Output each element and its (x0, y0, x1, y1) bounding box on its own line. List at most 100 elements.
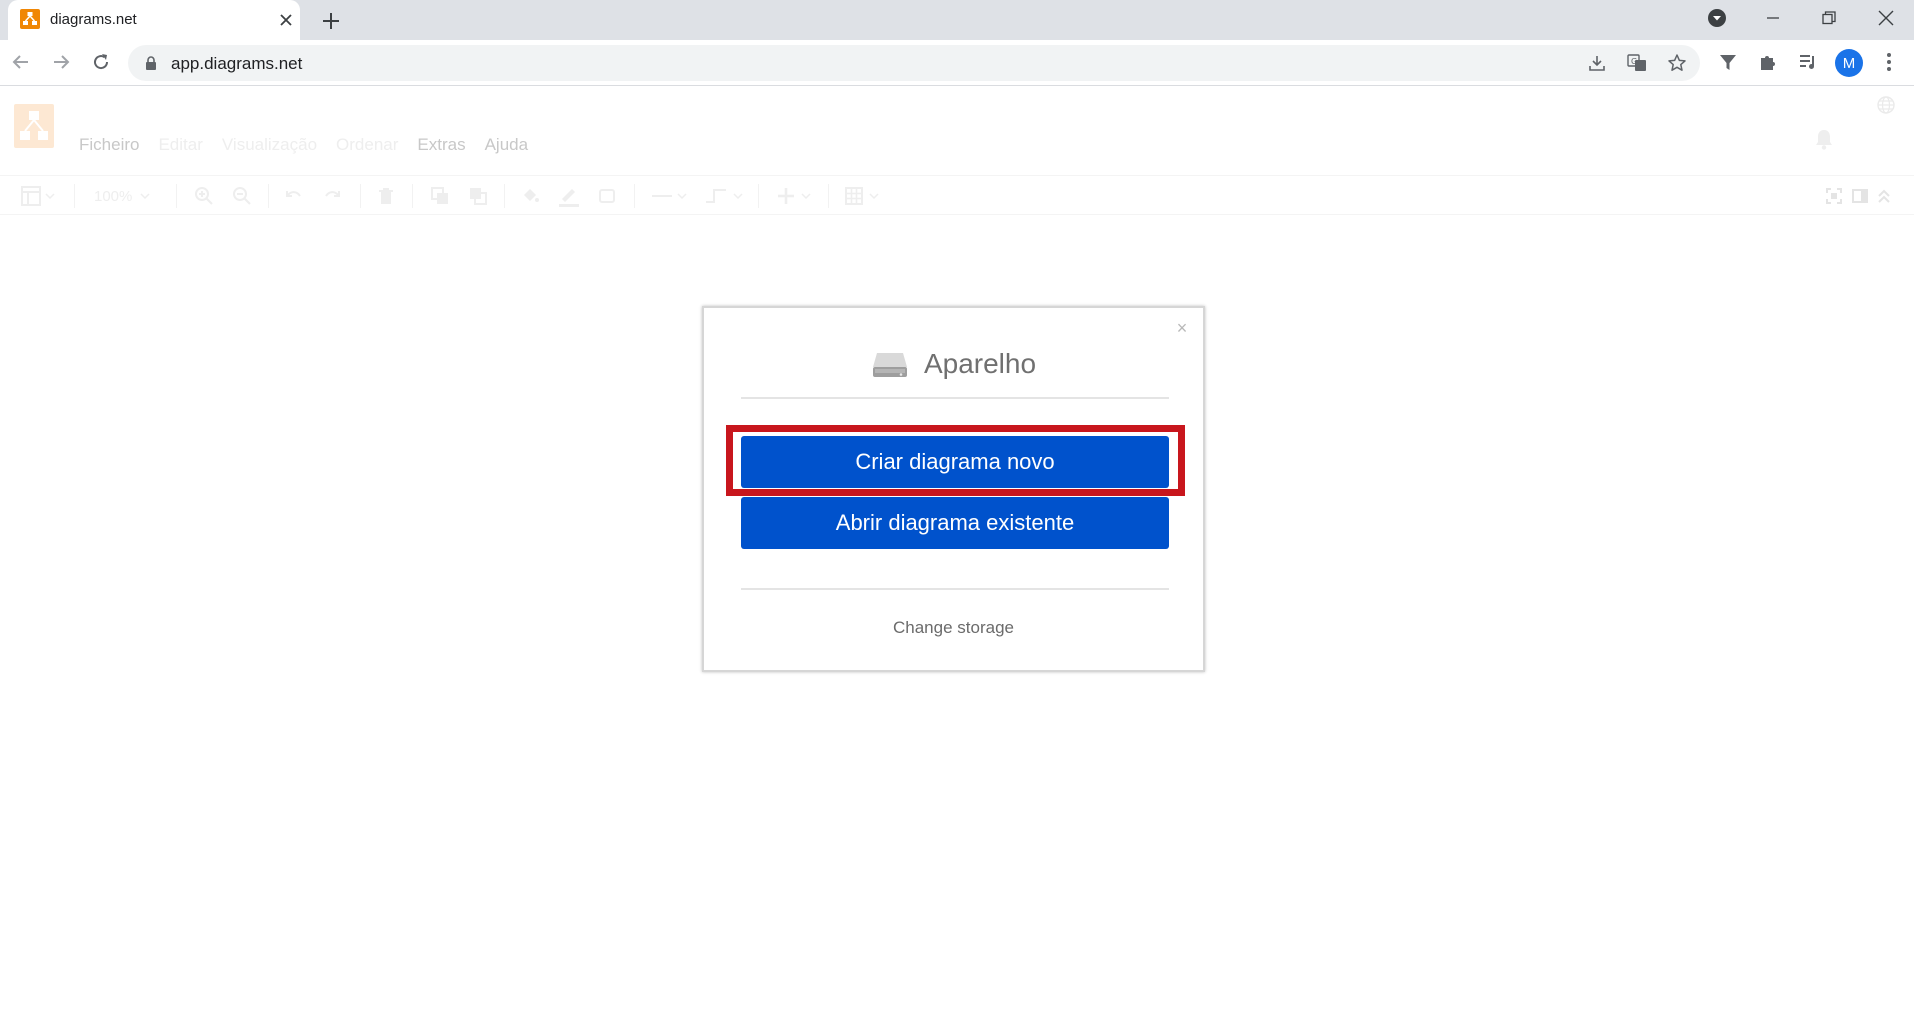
star-icon (1668, 54, 1686, 71)
toolbar-divider (828, 184, 829, 208)
paint-bucket-icon (524, 189, 539, 202)
tab-search-button[interactable] (1694, 0, 1740, 36)
double-chevron-up-icon (1878, 189, 1890, 203)
zoom-in-icon (195, 187, 213, 205)
globe-icon[interactable] (1876, 95, 1896, 115)
playlist-icon (1800, 55, 1814, 69)
install-icon (1589, 56, 1605, 71)
table-icon (845, 187, 879, 205)
arrow-right-icon (54, 55, 70, 69)
restore-button[interactable] (1806, 0, 1852, 36)
menu-ajuda[interactable]: Ajuda (485, 135, 528, 155)
toolbar-divider (634, 184, 635, 208)
menu-ficheiro[interactable]: Ficheiro (79, 135, 139, 155)
table-button[interactable] (844, 186, 884, 206)
translate-icon: G (1627, 54, 1646, 71)
minimize-icon (1767, 17, 1779, 19)
puzzle-icon (1761, 56, 1775, 70)
chevron-down-icon (140, 193, 150, 200)
connector-icon (652, 193, 687, 200)
app-toolbar: 100% (0, 175, 1914, 215)
reload-button[interactable] (89, 50, 113, 74)
toolbar-divider (176, 184, 177, 208)
plus-icon (778, 188, 811, 204)
browser-title-bar: diagrams.net (0, 0, 1914, 40)
tab-title: diagrams.net (50, 11, 137, 28)
divider (741, 397, 1169, 399)
to-back-icon (470, 188, 487, 205)
toolbar-divider (74, 184, 75, 208)
undo-icon (286, 191, 301, 197)
extension-button[interactable] (1716, 50, 1740, 74)
toolbar-divider (360, 184, 361, 208)
divider (741, 588, 1169, 590)
insert-button[interactable] (776, 186, 816, 206)
line-color-button[interactable] (558, 186, 580, 207)
forward-button[interactable] (49, 50, 73, 74)
browser-menu-button[interactable] (1877, 50, 1901, 74)
browser-toolbar: app.diagrams.net G M (0, 40, 1914, 86)
to-back-button[interactable] (468, 186, 488, 206)
lock-icon (146, 56, 156, 70)
close-window-button[interactable] (1863, 0, 1909, 36)
bell-icon[interactable] (1813, 127, 1835, 151)
browser-tab[interactable]: diagrams.net (8, 0, 300, 40)
to-front-button[interactable] (430, 186, 450, 206)
waypoints-button[interactable] (704, 186, 746, 206)
diagrams-net-logo-icon (20, 111, 48, 140)
extensions-button[interactable] (1756, 50, 1780, 74)
create-new-diagram-button[interactable]: Criar diagrama novo (741, 436, 1169, 488)
to-front-icon (431, 187, 448, 204)
format-panel-button[interactable] (20, 186, 56, 206)
connection-style-button[interactable] (650, 186, 690, 206)
menu-ordenar[interactable]: Ordenar (336, 135, 398, 155)
app-menubar: Ficheiro Editar Visualização Ordenar Ext… (79, 135, 547, 155)
menu-visualizacao[interactable]: Visualização (222, 135, 317, 155)
back-button[interactable] (9, 50, 33, 74)
arrow-left-icon (12, 55, 28, 69)
layout-icon (21, 186, 55, 206)
more-vertical-icon (1887, 53, 1891, 71)
zoom-value: 100% (94, 187, 133, 205)
close-tab-icon[interactable] (276, 10, 296, 30)
funnel-icon (1720, 55, 1736, 70)
fill-color-button[interactable] (520, 186, 540, 206)
storage-dialog: × Aparelho Criar diagrama novo Abrir dia… (702, 306, 1205, 672)
new-tab-icon[interactable] (318, 8, 344, 34)
collapse-button[interactable] (1876, 186, 1892, 206)
shadow-button[interactable] (598, 186, 618, 206)
zoom-out-button[interactable] (232, 186, 252, 206)
zoom-out-icon (233, 187, 251, 205)
zoom-select[interactable]: 100% (94, 186, 152, 206)
fullscreen-icon (1826, 188, 1842, 204)
address-bar[interactable]: app.diagrams.net G (128, 45, 1700, 81)
app-logo (14, 104, 54, 148)
translate-button[interactable]: G (1626, 52, 1648, 74)
profile-avatar[interactable]: M (1835, 49, 1863, 77)
bookmark-button[interactable] (1666, 52, 1688, 74)
install-app-button[interactable] (1586, 52, 1608, 74)
sidebar-icon (1852, 189, 1868, 203)
media-control-button[interactable] (1796, 50, 1820, 74)
toolbar-divider (504, 184, 505, 208)
menu-editar[interactable]: Editar (158, 135, 202, 155)
undo-button[interactable] (284, 186, 304, 206)
dialog-title: Aparelho (923, 348, 1037, 379)
url-text: app.diagrams.net (171, 54, 303, 73)
chevron-down-circle-icon (1708, 9, 1726, 27)
delete-button[interactable] (376, 186, 396, 206)
change-storage-link[interactable]: Change storage (704, 618, 1203, 638)
open-existing-diagram-button[interactable]: Abrir diagrama existente (741, 497, 1169, 549)
minimize-button[interactable] (1750, 0, 1796, 36)
toolbar-divider (412, 184, 413, 208)
toolbar-divider (268, 184, 269, 208)
format-toggle-button[interactable] (1852, 186, 1868, 206)
zoom-in-button[interactable] (194, 186, 214, 206)
waypoints-icon (706, 189, 743, 203)
fullscreen-button[interactable] (1826, 186, 1842, 206)
diagrams-net-icon (20, 9, 40, 29)
menu-extras[interactable]: Extras (417, 135, 465, 155)
hard-drive-icon (872, 353, 907, 377)
redo-button[interactable] (322, 186, 342, 206)
dialog-close-icon[interactable]: × (1174, 319, 1190, 337)
